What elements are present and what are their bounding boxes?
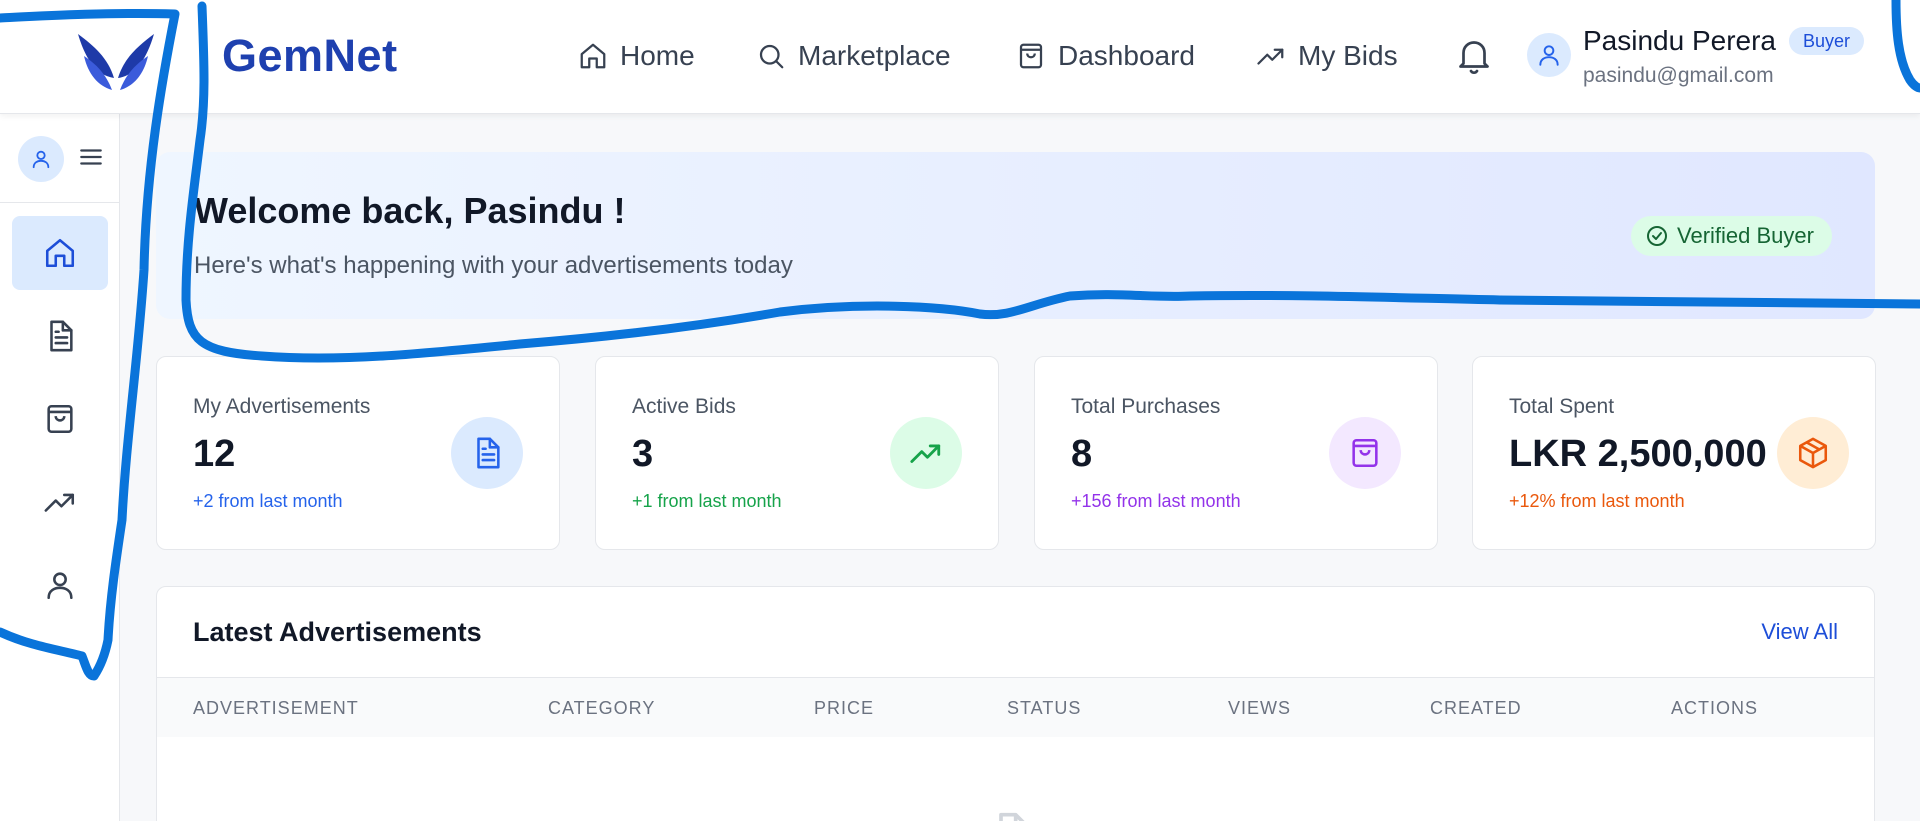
nav-marketplace[interactable]: Marketplace (756, 38, 951, 74)
trending-up-icon (910, 444, 941, 463)
home-icon (580, 43, 606, 69)
trending-up-icon (1257, 48, 1284, 65)
sidebar-avatar[interactable] (18, 136, 64, 182)
document-icon (50, 320, 73, 352)
stat-delta: +12% from last month (1509, 491, 1685, 511)
table-header: ADVERTISEMENT CATEGORY PRICE STATUS VIEW… (157, 677, 1874, 737)
check-circle-icon (1647, 226, 1667, 246)
stat-icon-badge (451, 417, 523, 489)
hamburger-menu-icon[interactable] (78, 144, 104, 170)
avatar[interactable] (1527, 33, 1571, 77)
welcome-subtitle: Here's what's happening with your advert… (194, 252, 793, 279)
user-email: pasindu@gmail.com (1583, 64, 1774, 87)
panel-title: Latest Advertisements (193, 617, 482, 647)
stat-value: 3 (632, 433, 654, 475)
stat-icon-badge (1777, 417, 1849, 489)
trending-up-icon (44, 493, 75, 512)
sidebar-item-home[interactable] (12, 216, 108, 290)
role-badge: Buyer (1789, 27, 1865, 55)
view-all-link[interactable]: View All (1761, 619, 1838, 645)
stat-value: 8 (1071, 433, 1093, 475)
welcome-banner: Welcome back, Pasindu ! Here's what's ha… (156, 152, 1875, 319)
sidebar-item-advertisements[interactable] (12, 299, 108, 373)
notification-bell-icon[interactable] (1456, 36, 1492, 76)
box-icon (1798, 437, 1828, 469)
stat-card-advertisements[interactable]: My Advertisements 12 +2 from last month (156, 356, 560, 550)
gemnet-logo-icon[interactable] (74, 28, 158, 98)
nav-dashboard[interactable]: Dashboard (1016, 38, 1195, 74)
stat-card-total-purchases[interactable]: Total Purchases 8 +156 from last month (1034, 356, 1438, 550)
welcome-title: Welcome back, Pasindu ! (194, 190, 626, 231)
column-header-status[interactable]: STATUS (1007, 698, 1081, 719)
nav-dashboard-label: Dashboard (1058, 40, 1195, 71)
nav-home-label: Home (620, 40, 695, 71)
sidebar-item-purchases[interactable] (12, 382, 108, 456)
stat-value: 12 (193, 433, 236, 475)
sidebar (0, 114, 120, 821)
latest-advertisements-panel: Latest Advertisements View All ADVERTISE… (156, 586, 1875, 821)
user-icon (32, 150, 50, 169)
stat-label: My Advertisements (193, 395, 371, 418)
top-navbar: GemNet Home Marketplace Dashboard My Bid… (0, 0, 1920, 114)
stat-delta: +1 from last month (632, 491, 782, 511)
stat-label: Active Bids (632, 395, 736, 418)
user-icon (1539, 45, 1559, 66)
search-icon (759, 44, 784, 69)
user-icon (47, 572, 73, 600)
stat-delta: +2 from last month (193, 491, 343, 511)
nav-my-bids[interactable]: My Bids (1256, 38, 1398, 74)
stat-label: Total Spent (1509, 395, 1615, 418)
stat-label: Total Purchases (1071, 395, 1221, 418)
column-header-price[interactable]: PRICE (814, 698, 874, 719)
stat-icon-badge (1329, 417, 1401, 489)
home-icon (45, 238, 75, 268)
column-header-created[interactable]: CREATED (1430, 698, 1522, 719)
stat-delta: +156 from last month (1071, 491, 1241, 511)
stat-icon-badge (890, 417, 962, 489)
column-header-advertisement[interactable]: ADVERTISEMENT (193, 698, 359, 719)
column-header-category[interactable]: CATEGORY (548, 698, 655, 719)
verified-buyer-badge: Verified Buyer (1631, 216, 1832, 256)
sidebar-item-profile[interactable] (12, 548, 108, 622)
document-icon (477, 437, 500, 469)
shopping-bag-icon (1019, 43, 1043, 69)
shopping-bag-icon (1352, 438, 1378, 468)
nav-home[interactable]: Home (578, 38, 695, 74)
nav-marketplace-label: Marketplace (798, 40, 951, 71)
brand-name[interactable]: GemNet (222, 30, 398, 82)
nav-my-bids-label: My Bids (1298, 40, 1398, 71)
verified-buyer-label: Verified Buyer (1677, 223, 1814, 248)
sidebar-divider (0, 202, 120, 203)
column-header-views[interactable]: VIEWS (1228, 698, 1291, 719)
stat-value: LKR 2,500,000 (1509, 433, 1767, 475)
stat-card-active-bids[interactable]: Active Bids 3 +1 from last month (595, 356, 999, 550)
column-header-actions[interactable]: ACTIONS (1671, 698, 1758, 719)
sidebar-item-bids[interactable] (12, 465, 108, 539)
user-name[interactable]: Pasindu Perera (1583, 25, 1776, 57)
stat-card-total-spent[interactable]: Total Spent LKR 2,500,000 +12% from last… (1472, 356, 1876, 550)
shopping-bag-icon (47, 404, 73, 434)
empty-state-document-icon (999, 812, 1025, 821)
